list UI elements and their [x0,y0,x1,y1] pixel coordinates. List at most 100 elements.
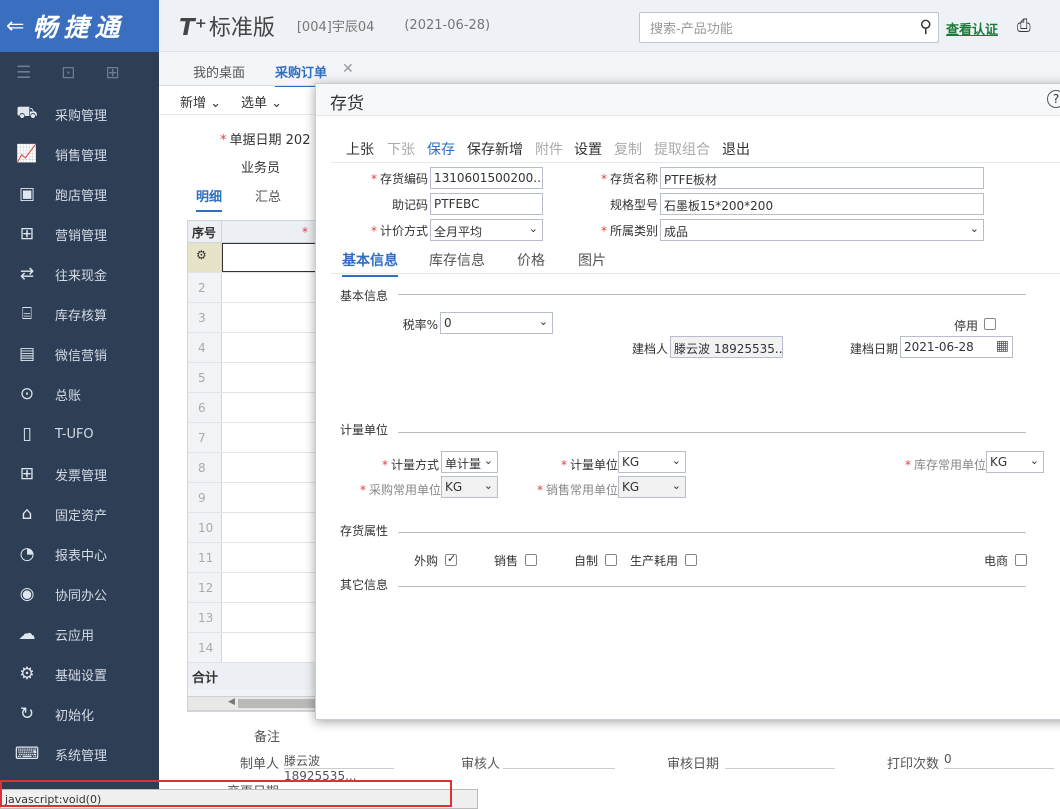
table-row[interactable]: 6 [188,393,316,423]
create-date-input[interactable]: 2021-06-28 ▦ [900,336,1013,358]
next-button[interactable]: 下张 [387,139,415,159]
attachment-button[interactable]: 附件 [535,139,563,159]
sidebar-item-tufo[interactable]: ▯ T-UFO [0,414,159,454]
table-row[interactable]: 8 [188,453,316,483]
calendar-icon[interactable]: ▦ [996,338,1009,354]
logo-mark: T⁺ [179,14,207,41]
selfmade-checkbox[interactable] [605,554,617,566]
close-tab-icon[interactable]: ✕ [342,61,354,77]
table-cell[interactable] [222,363,316,392]
help-icon[interactable]: ? [1047,90,1060,108]
exit-button[interactable]: 退出 [722,139,750,159]
table-row[interactable]: 9 [188,483,316,513]
outsource-checkbox[interactable] [445,552,457,566]
unit-select[interactable]: KG ⌄ [618,451,686,473]
sidebar-item-store[interactable]: ▣ 跑店管理 [0,174,159,214]
select-button[interactable]: 选单 ⌄ [241,92,282,111]
table-cell[interactable] [222,513,316,542]
tab-image[interactable]: 图片 [578,250,606,270]
back-icon[interactable]: ⇐ [6,14,24,39]
mnemonic-input[interactable]: PTFEBC [430,193,543,215]
table-row[interactable]: 3 [188,303,316,333]
new-button[interactable]: 新增 ⌄ [180,92,221,111]
active-cell[interactable] [222,243,316,272]
category-select[interactable]: 成品 ⌄ [660,219,984,241]
table-row[interactable]: 12 [188,573,316,603]
table-cell[interactable] [222,483,316,512]
scrollbar-thumb[interactable] [238,699,316,708]
tab-stock-info[interactable]: 库存信息 [429,250,485,270]
sidebar-item-assets[interactable]: ⌂ 固定资产 [0,494,159,534]
tab-price[interactable]: 价格 [517,250,545,270]
verify-link[interactable]: 查看认证 [946,19,998,38]
search-input[interactable]: 搜索-产品功能 ⚲ [639,12,939,43]
tab-summary[interactable]: 汇总 [255,186,281,205]
copy-button[interactable]: 复制 [614,139,642,159]
sidebar-item-wechat[interactable]: ▤ 微信营销 [0,334,159,374]
menu-toggle-icon[interactable]: ☰ [16,63,31,83]
sidebar-item-ledger[interactable]: ⊙ 总账 [0,374,159,414]
scroll-left-icon[interactable]: ◀ [228,697,235,707]
code-input[interactable]: 1310601500200... [430,167,543,189]
sidebar-item-init[interactable]: ↻ 初始化 [0,694,159,734]
table-cell[interactable] [222,543,316,572]
table-cell[interactable] [222,273,316,302]
spec-input[interactable]: 石墨板15*200*200 [660,193,984,215]
table-cell[interactable] [222,423,316,452]
prev-button[interactable]: 上张 [346,139,374,159]
method-select[interactable]: 单计量 ⌄ [441,451,498,473]
sidebar-item-cloud[interactable]: ☁ 云应用 [0,614,159,654]
table-row[interactable]: 11 [188,543,316,573]
table-cell[interactable] [222,393,316,422]
sidebar-item-marketing[interactable]: ⊞ 营销管理 [0,214,159,254]
sales-unit-select[interactable]: KG ⌄ [618,476,686,498]
grid-horizontal-scrollbar[interactable]: ◀ [187,696,317,711]
bank-icon: ⌂ [21,504,33,524]
add-shortcut-icon[interactable]: ⊞ [106,63,120,83]
table-cell[interactable] [222,573,316,602]
table-row[interactable]: 5 [188,363,316,393]
table-row[interactable]: 13 [188,603,316,633]
table-cell[interactable] [222,303,316,332]
table-row[interactable]: 14 [188,633,316,663]
extract-combo-button[interactable]: 提取组合 [654,139,710,159]
sidebar-item-settings[interactable]: ⚙ 基础设置 [0,654,159,694]
tab-desktop[interactable]: 我的桌面 [193,62,245,81]
brand-name[interactable]: 畅捷通 [32,8,125,44]
ecommerce-checkbox[interactable] [1015,554,1027,566]
name-input[interactable]: PTFE板材 [660,167,984,189]
disabled-checkbox[interactable] [984,318,996,330]
sidebar-item-invoice[interactable]: ⊞ 发票管理 [0,454,159,494]
table-row[interactable]: 10 [188,513,316,543]
stock-unit-select[interactable]: KG ⌄ [986,451,1044,473]
save-icon[interactable]: ⎙ [1017,16,1031,36]
save-button[interactable]: 保存 [427,139,455,159]
purchase-unit-select[interactable]: KG ⌄ [441,476,498,498]
table-cell[interactable] [222,603,316,632]
search-menu-icon[interactable]: ⊡ [61,63,75,83]
table-row[interactable]: 4 [188,333,316,363]
tax-select[interactable]: 0 ⌄ [440,312,553,334]
pricing-select[interactable]: 全月平均 ⌄ [430,219,543,241]
table-cell[interactable] [222,333,316,362]
table-row[interactable]: 2 [188,273,316,303]
tax-label: 税率% [402,318,438,332]
sidebar-item-purchase[interactable]: ⛟ 采购管理 [0,94,159,134]
save-new-button[interactable]: 保存新增 [467,139,523,159]
table-row[interactable]: 7 [188,423,316,453]
sales-checkbox[interactable] [525,554,537,566]
sidebar-item-collab[interactable]: ◉ 协同办公 [0,574,159,614]
sidebar-item-system[interactable]: ⌨ 系统管理 [0,734,159,774]
sidebar-item-cash[interactable]: ⇄ 往来现金 [0,254,159,294]
search-icon[interactable]: ⚲ [920,17,932,37]
table-cell[interactable] [222,453,316,482]
row-settings-icon[interactable]: ⚙ [188,243,222,272]
table-row[interactable]: ⚙ [188,243,316,273]
sidebar-item-inventory[interactable]: ⌸ 库存核算 [0,294,159,334]
table-cell[interactable] [222,633,316,662]
production-checkbox[interactable] [685,554,697,566]
tab-detail[interactable]: 明细 [196,186,223,212]
settings-button[interactable]: 设置 [574,139,602,159]
sidebar-item-sales[interactable]: 📈 销售管理 [0,134,159,174]
sidebar-item-reports[interactable]: ◔ 报表中心 [0,534,159,574]
